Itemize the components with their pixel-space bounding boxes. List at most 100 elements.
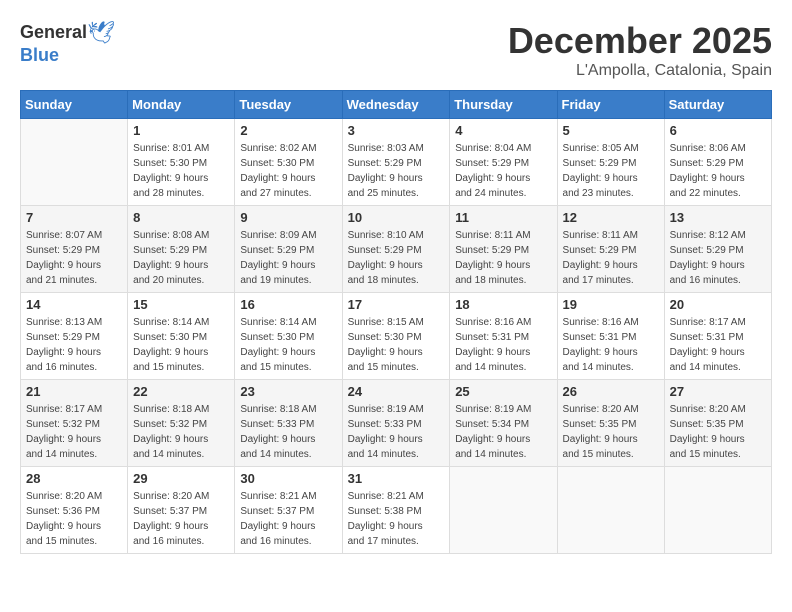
location-title: L'Ampolla, Catalonia, Spain — [508, 62, 772, 80]
calendar-day-cell: 30 Sunrise: 8:21 AM Sunset: 5:37 PM Dayli… — [235, 467, 342, 554]
calendar-header-tuesday: Tuesday — [235, 91, 342, 119]
calendar-day-cell: 4 Sunrise: 8:04 AM Sunset: 5:29 PM Daylig… — [450, 119, 557, 206]
calendar-header-sunday: Sunday — [21, 91, 128, 119]
day-info: Sunrise: 8:21 AM Sunset: 5:37 PM Dayligh… — [240, 489, 336, 549]
calendar-week-row: 21Sunrise: 8:17 AM Sunset: 5:32 PM Dayli… — [21, 380, 772, 467]
day-info: Sunrise: 8:14 AM Sunset: 5:30 PM Dayligh… — [133, 315, 229, 375]
day-number: 15 — [133, 297, 229, 312]
day-number: 22 — [133, 384, 229, 399]
day-number: 3 — [348, 123, 445, 138]
day-info: Sunrise: 8:03 AM Sunset: 5:29 PM Dayligh… — [348, 141, 445, 201]
day-number: 12 — [563, 210, 659, 225]
calendar-week-row: 28 Sunrise: 8:20 AM Sunset: 5:36 PM Dayli… — [21, 467, 772, 554]
logo: General 🕊 Blue — [20, 20, 115, 66]
day-info: Sunrise: 8:18 AM Sunset: 5:33 PM Dayligh… — [240, 402, 336, 462]
day-number: 31 — [348, 471, 445, 486]
day-info: Sunrise: 8:19 AM Sunset: 5:33 PM Dayligh… — [348, 402, 445, 462]
calendar-week-row: 1 Sunrise: 8:01 AM Sunset: 5:30 PM Daylig… — [21, 119, 772, 206]
day-info: Sunrise: 8:20 AM Sunset: 5:35 PM Dayligh… — [670, 402, 766, 462]
day-info: Sunrise: 8:18 AM Sunset: 5:32 PM Dayligh… — [133, 402, 229, 462]
day-number: 23 — [240, 384, 336, 399]
day-number: 14 — [26, 297, 122, 312]
calendar-header-monday: Monday — [128, 91, 235, 119]
calendar-header-wednesday: Wednesday — [342, 91, 450, 119]
calendar-day-cell: 14 Sunrise: 8:13 AM Sunset: 5:29 PM Dayli… — [21, 293, 128, 380]
calendar-day-cell: 24 Sunrise: 8:19 AM Sunset: 5:33 PM Dayli… — [342, 380, 450, 467]
day-number: 4 — [455, 123, 551, 138]
month-title: December 2025 — [508, 20, 772, 62]
day-number: 10 — [348, 210, 445, 225]
day-number: 27 — [670, 384, 766, 399]
day-number: 20 — [670, 297, 766, 312]
calendar-day-cell: 9 Sunrise: 8:09 AM Sunset: 5:29 PM Daylig… — [235, 206, 342, 293]
day-number: 5 — [563, 123, 659, 138]
page-header: General 🕊 Blue December 2025 L'Ampolla, … — [20, 20, 772, 80]
day-info: Sunrise: 8:11 AM Sunset: 5:29 PM Dayligh… — [563, 228, 659, 288]
calendar-day-cell: 5 Sunrise: 8:05 AM Sunset: 5:29 PM Daylig… — [557, 119, 664, 206]
calendar-day-cell: 8Sunrise: 8:08 AM Sunset: 5:29 PM Daylig… — [128, 206, 235, 293]
logo-blue: Blue — [20, 45, 59, 65]
day-number: 24 — [348, 384, 445, 399]
calendar-day-cell: 25 Sunrise: 8:19 AM Sunset: 5:34 PM Dayli… — [450, 380, 557, 467]
calendar-table: SundayMondayTuesdayWednesdayThursdayFrid… — [20, 90, 772, 554]
day-number: 2 — [240, 123, 336, 138]
day-info: Sunrise: 8:02 AM Sunset: 5:30 PM Dayligh… — [240, 141, 336, 201]
calendar-day-cell: 3 Sunrise: 8:03 AM Sunset: 5:29 PM Daylig… — [342, 119, 450, 206]
day-number: 17 — [348, 297, 445, 312]
logo-general: General — [20, 23, 87, 43]
day-number: 13 — [670, 210, 766, 225]
calendar-day-cell — [557, 467, 664, 554]
calendar-header-saturday: Saturday — [664, 91, 771, 119]
calendar-day-cell — [21, 119, 128, 206]
calendar-day-cell: 28 Sunrise: 8:20 AM Sunset: 5:36 PM Dayli… — [21, 467, 128, 554]
day-info: Sunrise: 8:17 AM Sunset: 5:32 PM Dayligh… — [26, 402, 122, 462]
day-info: Sunrise: 8:09 AM Sunset: 5:29 PM Dayligh… — [240, 228, 336, 288]
title-area: December 2025 L'Ampolla, Catalonia, Spai… — [508, 20, 772, 80]
day-number: 9 — [240, 210, 336, 225]
day-info: Sunrise: 8:04 AM Sunset: 5:29 PM Dayligh… — [455, 141, 551, 201]
day-number: 7 — [26, 210, 122, 225]
calendar-day-cell: 26Sunrise: 8:20 AM Sunset: 5:35 PM Dayli… — [557, 380, 664, 467]
day-info: Sunrise: 8:15 AM Sunset: 5:30 PM Dayligh… — [348, 315, 445, 375]
calendar-week-row: 7 Sunrise: 8:07 AM Sunset: 5:29 PM Daylig… — [21, 206, 772, 293]
calendar-day-cell: 27 Sunrise: 8:20 AM Sunset: 5:35 PM Dayli… — [664, 380, 771, 467]
day-number: 28 — [26, 471, 122, 486]
day-info: Sunrise: 8:19 AM Sunset: 5:34 PM Dayligh… — [455, 402, 551, 462]
day-number: 19 — [563, 297, 659, 312]
calendar-day-cell: 29Sunrise: 8:20 AM Sunset: 5:37 PM Dayli… — [128, 467, 235, 554]
day-info: Sunrise: 8:17 AM Sunset: 5:31 PM Dayligh… — [670, 315, 766, 375]
calendar-day-cell: 22 Sunrise: 8:18 AM Sunset: 5:32 PM Dayli… — [128, 380, 235, 467]
calendar-day-cell: 7 Sunrise: 8:07 AM Sunset: 5:29 PM Daylig… — [21, 206, 128, 293]
day-info: Sunrise: 8:07 AM Sunset: 5:29 PM Dayligh… — [26, 228, 122, 288]
calendar-header-thursday: Thursday — [450, 91, 557, 119]
day-info: Sunrise: 8:16 AM Sunset: 5:31 PM Dayligh… — [563, 315, 659, 375]
day-info: Sunrise: 8:11 AM Sunset: 5:29 PM Dayligh… — [455, 228, 551, 288]
day-number: 1 — [133, 123, 229, 138]
day-number: 18 — [455, 297, 551, 312]
day-number: 8 — [133, 210, 229, 225]
day-info: Sunrise: 8:20 AM Sunset: 5:37 PM Dayligh… — [133, 489, 229, 549]
calendar-day-cell: 12 Sunrise: 8:11 AM Sunset: 5:29 PM Dayli… — [557, 206, 664, 293]
day-info: Sunrise: 8:05 AM Sunset: 5:29 PM Dayligh… — [563, 141, 659, 201]
day-info: Sunrise: 8:01 AM Sunset: 5:30 PM Dayligh… — [133, 141, 229, 201]
day-info: Sunrise: 8:21 AM Sunset: 5:38 PM Dayligh… — [348, 489, 445, 549]
day-number: 25 — [455, 384, 551, 399]
calendar-day-cell: 16Sunrise: 8:14 AM Sunset: 5:30 PM Dayli… — [235, 293, 342, 380]
calendar-day-cell: 13 Sunrise: 8:12 AM Sunset: 5:29 PM Dayli… — [664, 206, 771, 293]
day-number: 30 — [240, 471, 336, 486]
day-info: Sunrise: 8:12 AM Sunset: 5:29 PM Dayligh… — [670, 228, 766, 288]
calendar-header-friday: Friday — [557, 91, 664, 119]
day-info: Sunrise: 8:20 AM Sunset: 5:36 PM Dayligh… — [26, 489, 122, 549]
logo-bird-icon: 🕊 — [87, 20, 115, 46]
day-info: Sunrise: 8:13 AM Sunset: 5:29 PM Dayligh… — [26, 315, 122, 375]
day-info: Sunrise: 8:14 AM Sunset: 5:30 PM Dayligh… — [240, 315, 336, 375]
day-info: Sunrise: 8:06 AM Sunset: 5:29 PM Dayligh… — [670, 141, 766, 201]
day-number: 26 — [563, 384, 659, 399]
day-number: 11 — [455, 210, 551, 225]
day-number: 6 — [670, 123, 766, 138]
calendar-day-cell: 21Sunrise: 8:17 AM Sunset: 5:32 PM Dayli… — [21, 380, 128, 467]
calendar-day-cell: 18Sunrise: 8:16 AM Sunset: 5:31 PM Dayli… — [450, 293, 557, 380]
calendar-day-cell — [450, 467, 557, 554]
calendar-day-cell: 15 Sunrise: 8:14 AM Sunset: 5:30 PM Dayli… — [128, 293, 235, 380]
calendar-day-cell: 31 Sunrise: 8:21 AM Sunset: 5:38 PM Dayli… — [342, 467, 450, 554]
